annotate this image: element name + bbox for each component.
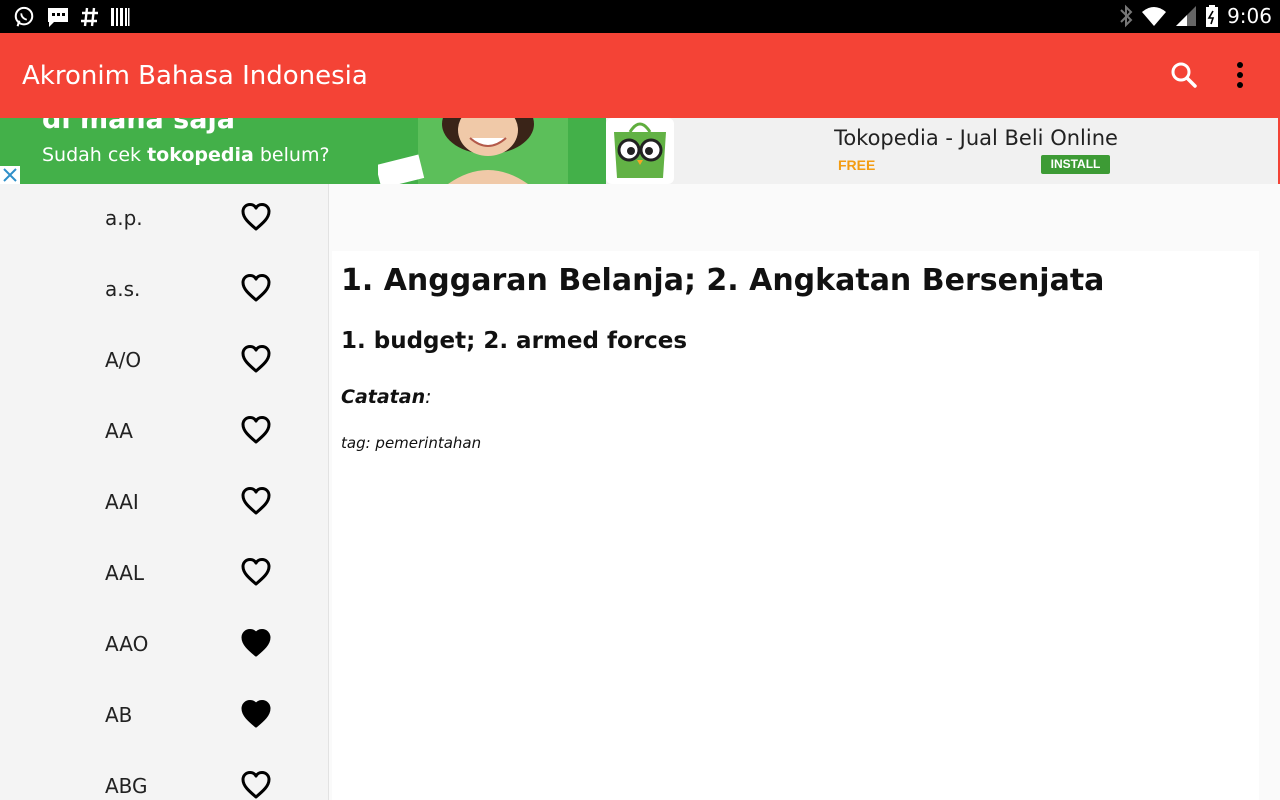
tokopedia-logo-icon <box>614 122 666 178</box>
favorite-outline-icon[interactable] <box>240 414 272 444</box>
ad-brand: tokopedia <box>147 144 254 166</box>
search-button[interactable] <box>1168 59 1200 91</box>
notification-icons <box>12 6 130 28</box>
acronym-label: ABG <box>105 774 148 798</box>
status-bar: 9:06 <box>0 0 1280 33</box>
message-icon <box>48 8 68 27</box>
acronym-label: AAO <box>105 632 149 656</box>
ad-model-photo <box>378 118 568 184</box>
acronym-label: AA <box>105 419 133 443</box>
acronym-list[interactable]: a.p. a.s. A/O AA AAI AAL AAO AB ABG <box>0 184 329 800</box>
ad-tagline-end: belum? <box>253 144 330 166</box>
hashtag-icon <box>81 7 98 27</box>
list-item[interactable]: A/O <box>0 326 328 397</box>
definition-english: 1. budget; 2. armed forces <box>341 328 688 354</box>
note-colon: : <box>425 386 432 408</box>
favorite-filled-icon[interactable] <box>240 698 272 728</box>
acronym-label: AAI <box>105 490 139 514</box>
signal-icon <box>1176 6 1197 26</box>
acronym-label: A/O <box>105 348 142 372</box>
ad-app-icon[interactable] <box>606 118 674 184</box>
definition-meaning: 1. Anggaran Belanja; 2. Angkatan Bersenj… <box>341 263 1105 298</box>
acronym-label: AB <box>105 703 133 727</box>
search-icon <box>1171 62 1197 88</box>
favorite-outline-icon[interactable] <box>240 272 272 302</box>
favorite-outline-icon[interactable] <box>240 556 272 586</box>
ad-price: FREE <box>838 157 876 173</box>
ad-app-name[interactable]: Tokopedia - Jual Beli Online <box>674 126 1278 150</box>
definition-note: Catatan: <box>341 386 432 408</box>
install-button[interactable]: INSTALL <box>1041 155 1110 174</box>
favorite-outline-icon[interactable] <box>240 485 272 515</box>
system-icons: 9:06 <box>1119 4 1272 28</box>
list-item[interactable]: a.p. <box>0 184 328 255</box>
barcode-icon <box>111 8 130 26</box>
acronym-label: a.s. <box>105 277 141 301</box>
ad-headline: di mana saja <box>42 118 235 135</box>
definition-tag: tag: pemerintahan <box>341 434 482 452</box>
bluetooth-icon <box>1120 4 1133 28</box>
whatsapp-icon <box>14 6 34 27</box>
app-title: Akronim Bahasa Indonesia <box>22 61 368 91</box>
favorite-outline-icon[interactable] <box>240 343 272 373</box>
list-item[interactable]: AAL <box>0 539 328 610</box>
battery-icon <box>1206 5 1219 27</box>
clock: 9:06 <box>1227 4 1272 28</box>
ad-tagline: Sudah cek tokopedia belum? <box>42 144 330 166</box>
more-vert-icon <box>1237 62 1243 88</box>
list-item[interactable]: a.s. <box>0 255 328 326</box>
list-item[interactable]: AB <box>0 681 328 752</box>
app-bar: Akronim Bahasa Indonesia <box>0 33 1280 118</box>
ad-banner[interactable]: di mana saja Sudah cek tokopedia belum? … <box>0 118 1280 184</box>
ad-image[interactable]: di mana saja Sudah cek tokopedia belum? <box>0 118 606 184</box>
favorite-outline-icon[interactable] <box>240 201 272 231</box>
note-label: Catatan <box>341 386 426 408</box>
list-item[interactable]: ABG <box>0 752 328 800</box>
acronym-label: AAL <box>105 561 145 585</box>
list-item[interactable]: AA <box>0 397 328 468</box>
definition-card: 1. Anggaran Belanja; 2. Angkatan Bersenj… <box>332 251 1259 800</box>
wifi-icon <box>1142 7 1167 26</box>
detail-panel: 1. Anggaran Belanja; 2. Angkatan Bersenj… <box>330 184 1280 800</box>
close-icon <box>3 168 17 182</box>
acronym-label: a.p. <box>105 206 143 230</box>
ad-tagline-text: Sudah cek <box>42 144 148 166</box>
list-item[interactable]: AAO <box>0 610 328 681</box>
list-item[interactable]: AAI <box>0 468 328 539</box>
ad-close-button[interactable] <box>0 166 20 184</box>
favorite-filled-icon[interactable] <box>240 627 272 657</box>
favorite-outline-icon[interactable] <box>240 769 272 799</box>
more-options-button[interactable] <box>1226 59 1254 93</box>
